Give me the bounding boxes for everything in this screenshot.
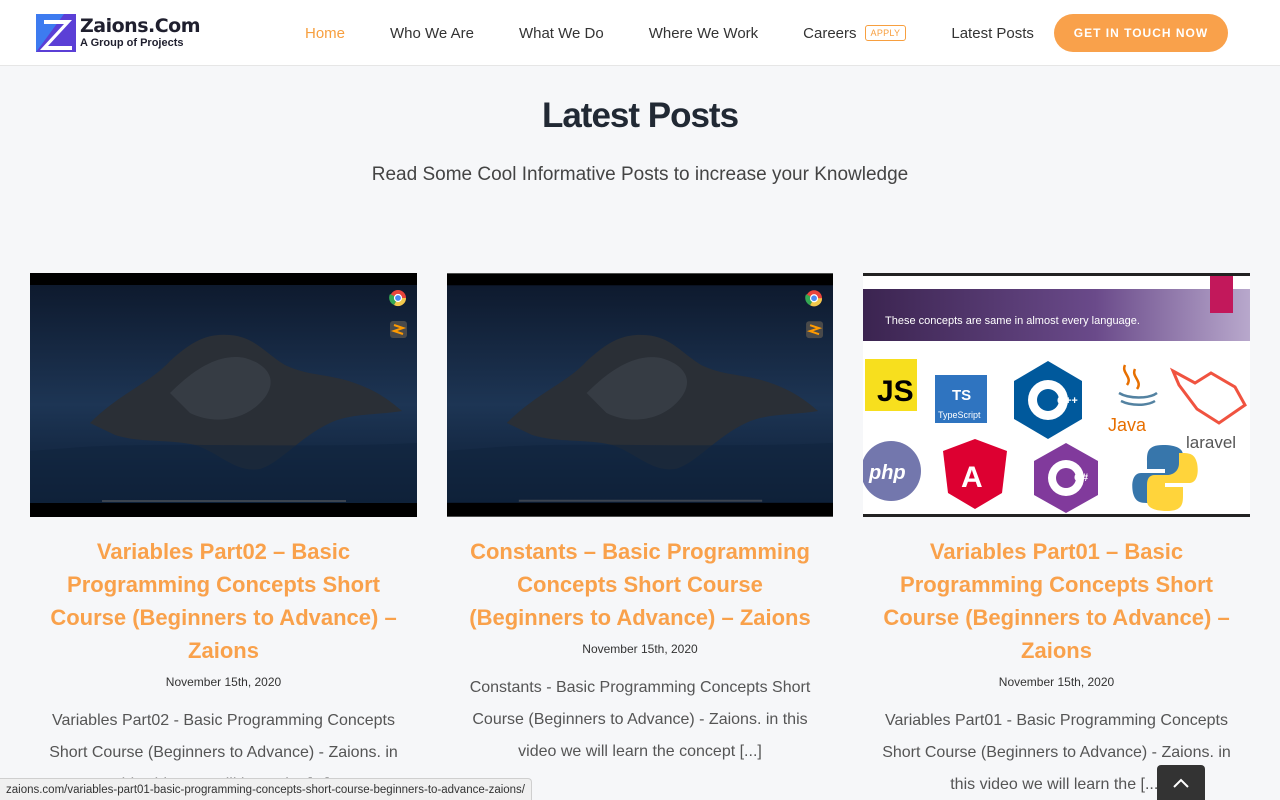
post-card: Variables Part02 – Basic Programming Con…	[30, 273, 417, 800]
svg-text:A: A	[961, 461, 983, 494]
nav-what-we-do[interactable]: What We Do	[519, 25, 604, 42]
post-date: November 15th, 2020	[998, 675, 1115, 689]
nav-careers[interactable]: Careers APPLY	[803, 24, 907, 42]
site-logo[interactable]: Zaions.Com A Group of Projects	[36, 14, 201, 52]
nav-home[interactable]: Home	[305, 25, 345, 42]
sublime-text-icon	[390, 321, 407, 338]
link-status-bar: zaions.com/variables-part01-basic-progra…	[0, 778, 533, 800]
post-thumbnail[interactable]	[30, 273, 417, 517]
post-title-link[interactable]: Variables Part01 – Basic Programming Con…	[863, 535, 1250, 667]
sublime-text-icon	[806, 321, 824, 339]
post-title-link[interactable]: Variables Part02 – Basic Programming Con…	[30, 535, 417, 667]
brand-name: Zaions.Com	[80, 15, 201, 37]
zaions-logo-icon	[36, 14, 76, 52]
svg-text:C#: C#	[1074, 472, 1088, 484]
svg-text:C++: C++	[1057, 395, 1078, 407]
svg-text:JS: JS	[877, 375, 914, 408]
chevron-up-icon	[1173, 778, 1189, 788]
apply-badge: APPLY	[864, 25, 907, 41]
nav-who-we-are[interactable]: Who We Are	[390, 25, 474, 42]
post-title-link[interactable]: Constants – Basic Programming Concepts S…	[447, 535, 833, 634]
nav-where-we-work[interactable]: Where We Work	[649, 25, 758, 42]
main-nav: Home Who We Are What We Do Where We Work…	[305, 0, 1079, 66]
nav-careers-label: Careers	[803, 24, 857, 42]
post-date: November 15th, 2020	[165, 675, 282, 689]
post-thumbnail[interactable]	[447, 273, 833, 517]
get-in-touch-button[interactable]: GET IN TOUCH NOW	[1054, 14, 1228, 52]
php-logo-icon: php	[863, 441, 921, 501]
svg-text:Java: Java	[1108, 415, 1147, 435]
slide-text: These concepts are same in almost every …	[885, 315, 1140, 327]
site-header: Zaions.Com A Group of Projects Home Who …	[0, 0, 1280, 66]
javascript-logo-icon: JS	[865, 359, 917, 411]
svg-text:TypeScript: TypeScript	[938, 410, 981, 420]
page-title: Latest Posts	[541, 96, 739, 135]
nav-latest-posts[interactable]: Latest Posts	[951, 25, 1034, 42]
page-subtitle: Read Some Cool Informative Posts to incr…	[371, 164, 909, 185]
post-thumbnail[interactable]: These concepts are same in almost every …	[863, 273, 1250, 517]
post-card: These concepts are same in almost every …	[863, 273, 1250, 800]
post-date: November 15th, 2020	[582, 642, 698, 656]
svg-text:laravel: laravel	[1186, 433, 1236, 452]
brand-tagline: A Group of Projects	[80, 37, 184, 49]
svg-text:TS: TS	[952, 387, 971, 404]
post-excerpt: Constants - Basic Programming Concepts S…	[469, 679, 811, 760]
back-to-top-button[interactable]	[1157, 765, 1205, 800]
post-card: Constants – Basic Programming Concepts S…	[447, 273, 833, 768]
typescript-logo-icon: TS TypeScript	[935, 375, 987, 423]
svg-text:php: php	[868, 462, 906, 484]
